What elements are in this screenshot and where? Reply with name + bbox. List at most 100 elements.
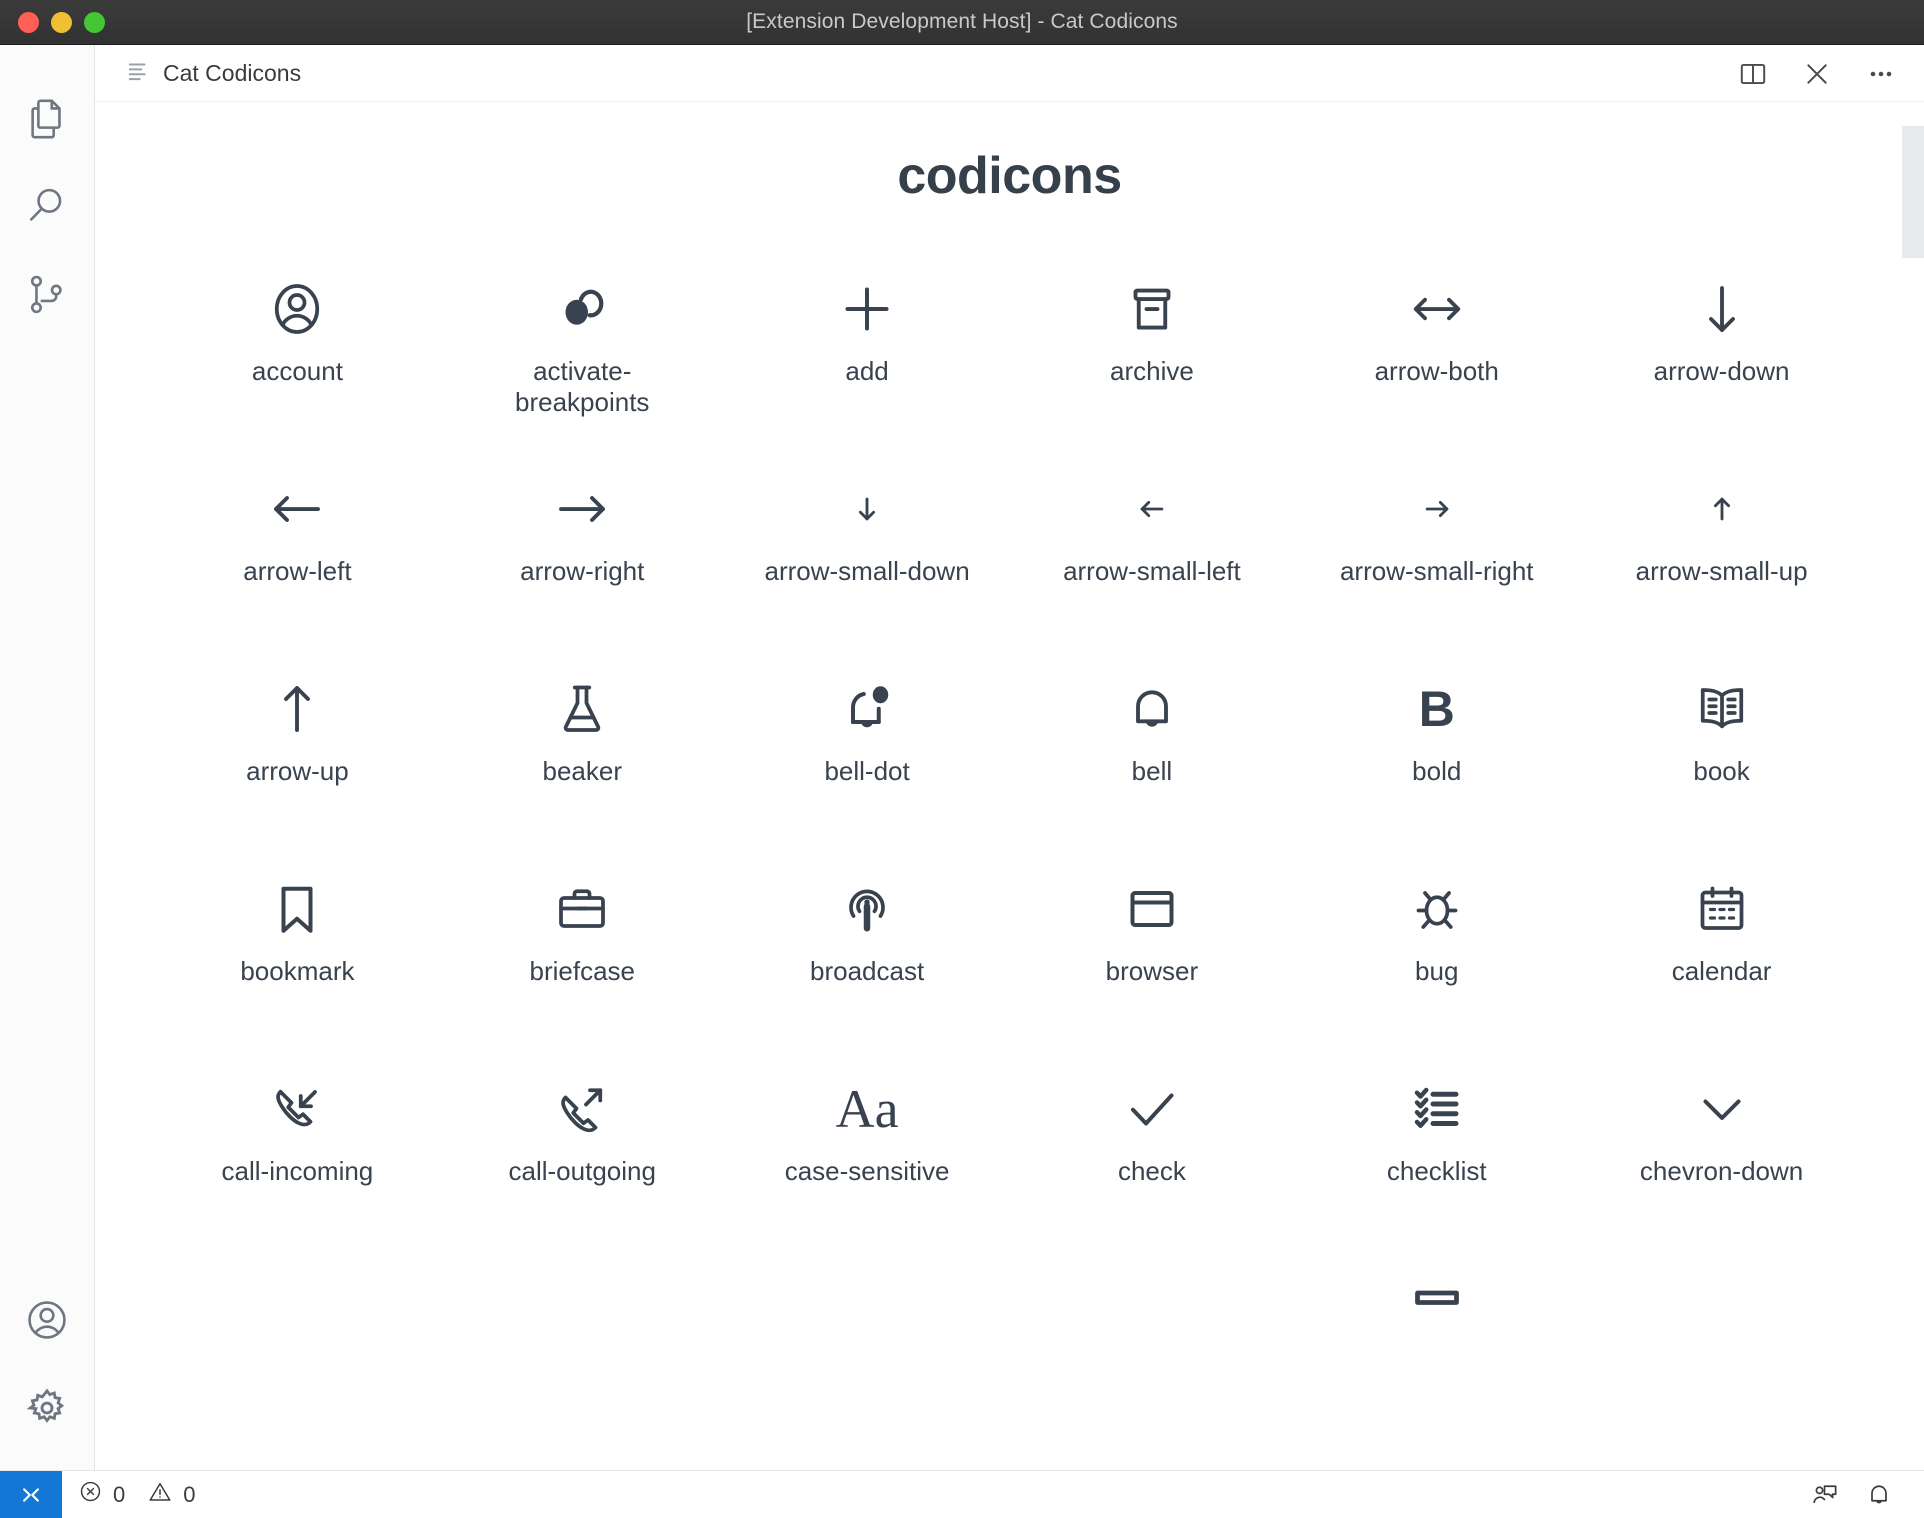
minimize-window-button[interactable] — [51, 11, 72, 33]
codicon-label: account — [251, 356, 343, 386]
remote-indicator[interactable] — [0, 1470, 62, 1518]
codicon-item-partial[interactable] — [1579, 1250, 1864, 1450]
codicon-item-case-sensitive[interactable]: Aa case-sensitive — [725, 1050, 1010, 1250]
codicon-item-bell-dot[interactable]: bell-dot — [725, 650, 1010, 850]
codicon-grid: account activate-breakpoints add archive arr… — [155, 250, 1864, 1450]
close-window-button[interactable] — [18, 11, 39, 33]
codicon-item-call-outgoing[interactable]: call-outgoing — [440, 1050, 725, 1250]
vertical-scrollbar[interactable] — [1902, 102, 1924, 1470]
codicon-item-bug[interactable]: bug — [1294, 850, 1579, 1050]
codicon-item-arrow-both[interactable]: arrow-both — [1294, 250, 1579, 450]
codicon-item-partial[interactable] — [440, 1250, 725, 1450]
codicon-item-check[interactable]: check — [1010, 1050, 1295, 1250]
codicon-item-bell[interactable]: bell — [1010, 650, 1295, 850]
codicon-item-beaker[interactable]: beaker — [440, 650, 725, 850]
feedback-icon[interactable] — [1802, 1471, 1848, 1518]
sidebar-item-manage[interactable] — [0, 1364, 95, 1452]
codicon-label: bell-dot — [824, 756, 910, 786]
archive-icon — [1122, 266, 1182, 352]
codicons-page: codicons account activate-breakpoints add a… — [95, 102, 1924, 1470]
case-partial-icon — [1407, 1266, 1467, 1352]
codicon-label: arrow-both — [1374, 356, 1499, 386]
status-bar-right — [1802, 1471, 1924, 1518]
codicon-item-calendar[interactable]: calendar — [1579, 850, 1864, 1050]
codicon-item-book[interactable]: book — [1579, 650, 1864, 850]
codicon-label: bell — [1131, 756, 1173, 786]
codicon-item-arrow-right[interactable]: arrow-right — [440, 450, 725, 650]
codicon-item-chevron-down[interactable]: chevron-down — [1579, 1050, 1864, 1250]
editor-tabs: Cat Codicons — [95, 45, 1924, 102]
calendar-icon — [1692, 866, 1752, 952]
sidebar-item-explorer[interactable] — [0, 75, 95, 163]
codicon-item-bold[interactable]: Bbold — [1294, 650, 1579, 850]
codicon-label: bug — [1415, 956, 1459, 986]
codicon-label: broadcast — [809, 956, 925, 986]
window-titlebar: [Extension Development Host] - Cat Codic… — [0, 0, 1924, 45]
close-icon[interactable] — [1798, 55, 1836, 93]
bell-icon[interactable] — [1856, 1471, 1902, 1518]
codicon-item-arrow-left[interactable]: arrow-left — [155, 450, 440, 650]
codicon-item-arrow-down[interactable]: arrow-down — [1579, 250, 1864, 450]
codicon-label: arrow-up — [246, 756, 349, 786]
codicon-label: activate-breakpoints — [515, 356, 650, 417]
codicon-label: arrow-down — [1653, 356, 1790, 386]
codicon-item-partial[interactable] — [1010, 1250, 1295, 1450]
files-icon — [24, 96, 70, 142]
codicon-item-activate-breakpoints[interactable]: activate-breakpoints — [440, 250, 725, 450]
codicon-label: case-sensitive — [784, 1156, 950, 1186]
chevron-down-icon — [1692, 1066, 1752, 1152]
scrollbar-thumb[interactable] — [1902, 126, 1924, 258]
error-count: 0 — [113, 1481, 126, 1507]
codicon-item-browser[interactable]: browser — [1010, 850, 1295, 1050]
codicon-item-arrow-small-right[interactable]: arrow-small-right — [1294, 450, 1579, 650]
codicon-label: bold — [1412, 756, 1462, 786]
codicon-label: arrow-small-right — [1339, 556, 1534, 586]
arrow-up-icon — [267, 666, 327, 752]
status-bar: 0 0 — [0, 1470, 1924, 1518]
codicon-label: browser — [1105, 956, 1199, 986]
tab-cat-codicons[interactable]: Cat Codicons — [95, 45, 325, 102]
broadcast-icon — [837, 866, 897, 952]
codicon-item-partial[interactable] — [1294, 1250, 1579, 1450]
bug-icon — [1407, 866, 1467, 952]
codicon-item-partial[interactable] — [725, 1250, 1010, 1450]
search-icon — [24, 184, 70, 230]
codicon-item-broadcast[interactable]: broadcast — [725, 850, 1010, 1050]
arrow-small-down-icon — [845, 466, 889, 552]
account-icon — [24, 1297, 70, 1343]
codicon-item-arrow-small-left[interactable]: arrow-small-left — [1010, 450, 1295, 650]
codicon-label: arrow-small-left — [1063, 556, 1241, 586]
arrow-left-icon — [267, 466, 327, 552]
bookmark-icon — [267, 866, 327, 952]
codicon-label: call-outgoing — [508, 1156, 656, 1186]
sidebar-item-source-control[interactable] — [0, 251, 95, 339]
codicon-item-bookmark[interactable]: bookmark — [155, 850, 440, 1050]
case-sensitive-icon: Aa — [835, 1079, 899, 1139]
codicon-label: call-incoming — [221, 1156, 374, 1186]
ellipsis-icon[interactable] — [1862, 55, 1900, 93]
codicon-item-briefcase[interactable]: briefcase — [440, 850, 725, 1050]
sidebar-item-search[interactable] — [0, 163, 95, 251]
briefcase-icon — [552, 866, 612, 952]
codicon-item-add[interactable]: add — [725, 250, 1010, 450]
account-icon — [267, 266, 327, 352]
activity-bar — [0, 45, 95, 1470]
codicon-item-partial[interactable] — [155, 1250, 440, 1450]
codicon-item-checklist[interactable]: checklist — [1294, 1050, 1579, 1250]
problems-status[interactable]: 0 0 — [62, 1471, 212, 1518]
codicon-label: arrow-left — [243, 556, 352, 586]
codicon-label: archive — [1110, 356, 1194, 386]
codicon-item-archive[interactable]: archive — [1010, 250, 1295, 450]
codicon-item-arrow-small-up[interactable]: arrow-small-up — [1579, 450, 1864, 650]
codicon-item-account[interactable]: account — [155, 250, 440, 450]
sidebar-item-accounts[interactable] — [0, 1276, 95, 1364]
gear-icon — [24, 1385, 70, 1431]
bell-dot-icon — [837, 666, 897, 752]
bold-icon: B — [1418, 681, 1455, 737]
call-outgoing-icon — [552, 1066, 612, 1152]
codicon-item-arrow-small-down[interactable]: arrow-small-down — [725, 450, 1010, 650]
codicon-item-arrow-up[interactable]: arrow-up — [155, 650, 440, 850]
zoom-window-button[interactable] — [84, 11, 105, 33]
codicon-item-call-incoming[interactable]: call-incoming — [155, 1050, 440, 1250]
split-editor-icon[interactable] — [1734, 55, 1772, 93]
